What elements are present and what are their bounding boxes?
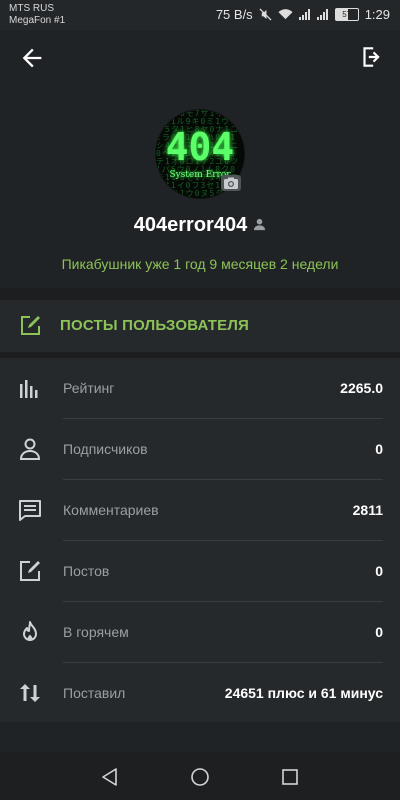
swap-vertical-icon [20,684,40,702]
edit-icon [20,561,40,581]
nav-back-icon[interactable] [99,766,121,788]
stat-subscribers[interactable]: Подписчиков 0 [0,419,400,480]
carrier-primary: MTS RUS [9,3,54,14]
flame-icon [23,621,37,641]
battery-indicator: 57 [334,7,359,21]
stat-value: 0 [375,563,383,579]
nav-home-icon[interactable] [189,766,211,788]
comment-icon [19,500,41,521]
stat-label: Рейтинг [63,380,115,396]
network-speed: 75 B/s [215,6,253,22]
stat-value: 2811 [352,502,383,518]
stat-label: Комментариев [63,502,159,518]
stat-votes-given: Поставил 24651 плюс и 61 минус [0,663,400,724]
stat-value: 0 [375,441,383,457]
avatar-big-text: 404 [165,125,235,169]
stat-label: Подписчиков [63,441,148,457]
stat-posts[interactable]: Постов 0 [0,541,400,602]
user-badge-icon [253,214,266,237]
signal-icon-2 [316,9,328,20]
section-divider [0,288,400,300]
status-bar: MTS RUS MegaFon #1 75 B/s 57 1:29 [0,0,400,30]
user-posts-label: ПОСТЫ ПОЛЬЗОВАТЕЛЯ [60,317,250,334]
stat-rating: Рейтинг 2265.0 [0,358,400,419]
logout-button[interactable] [358,44,386,72]
stat-hot[interactable]: В горячем 0 [0,602,400,663]
stat-comments[interactable]: Комментариев 2811 [0,480,400,541]
bar-chart-icon [20,380,38,398]
stat-label: Поставил [63,685,126,701]
nav-recents-icon[interactable] [279,766,301,788]
arrow-back-icon [22,48,42,68]
change-avatar-button[interactable] [221,175,241,191]
wifi-icon [278,9,293,20]
system-navigation-bar [0,752,400,800]
stats-list: Рейтинг 2265.0 Подписчиков 0 Комментарие… [0,358,400,722]
status-indicators: 75 B/s 57 1:29 [216,6,390,22]
back-button[interactable] [18,44,46,72]
username: 404error404 [133,214,248,236]
signal-icon [298,9,310,20]
carrier-secondary: MegaFon #1 [9,15,66,26]
profile-username-row: 404error404 [0,214,400,237]
membership-duration: Пикабушник уже 1 год 9 месяцев 2 недели [61,256,339,272]
stat-value: 2265.0 [340,380,383,396]
camera-icon [224,177,238,189]
mute-icon [259,7,272,21]
stat-label: В горячем [63,624,129,640]
stat-label: Постов [63,563,110,579]
person-icon [19,438,41,460]
top-app-bar [0,30,400,86]
carrier-info: MTS RUS MegaFon #1 [9,3,65,27]
user-posts-button[interactable]: ПОСТЫ ПОЛЬЗОВАТЕЛЯ [0,300,400,352]
edit-icon [21,316,40,335]
clock: 1:29 [364,6,390,22]
stat-value: 24651 плюс и 61 минус [224,685,383,701]
logout-icon [363,47,380,67]
stat-value: 0 [375,624,383,640]
